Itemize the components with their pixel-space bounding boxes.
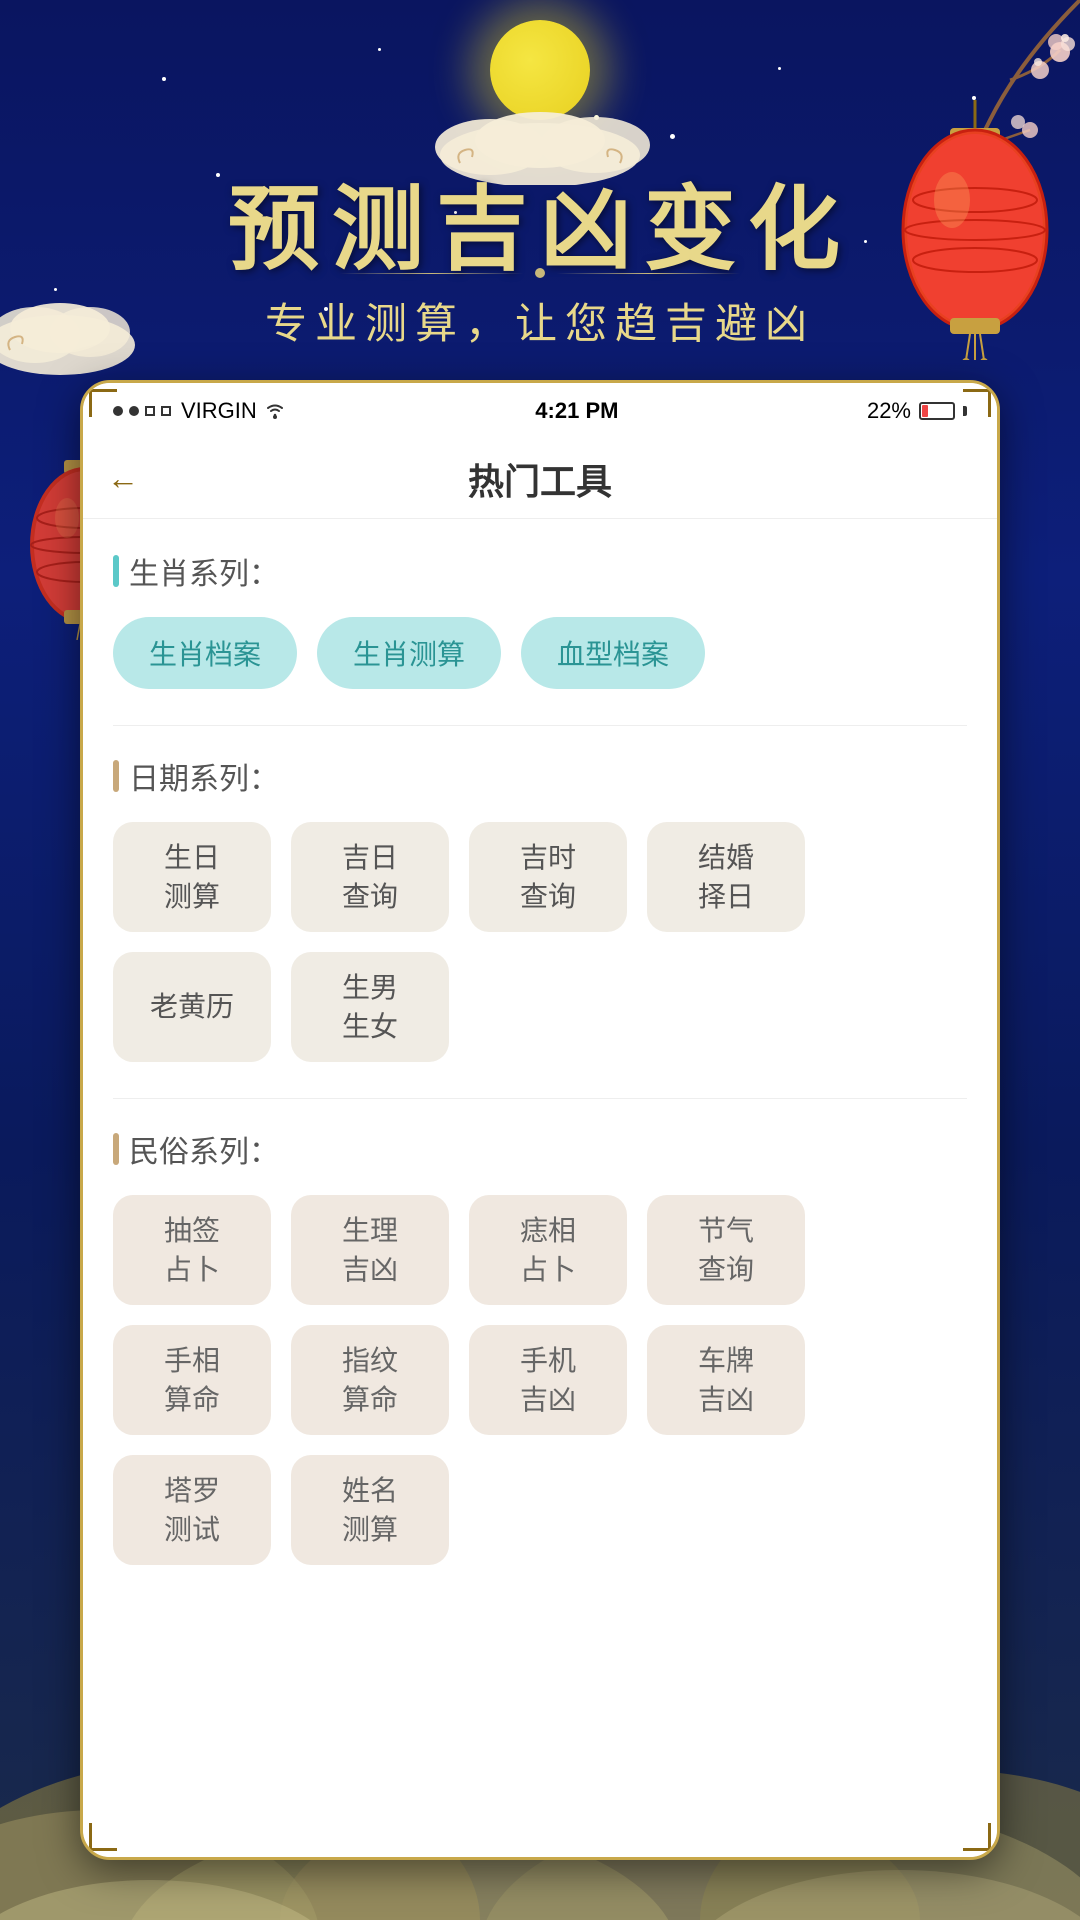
carrier-label: VIRGIN	[181, 398, 257, 424]
btn-jiri-chaxun[interactable]: 吉日查询	[291, 822, 449, 932]
btn-zhiwen-suanming[interactable]: 指纹算命	[291, 1325, 449, 1435]
btn-shengnan-shengnv[interactable]: 生男生女	[291, 952, 449, 1062]
section-date-title: 日期系列：	[113, 754, 967, 798]
section-shengxiao-title: 生肖系列：	[113, 549, 967, 593]
corner-tr	[963, 389, 991, 417]
btn-chouqian-zhanbu[interactable]: 抽签占卜	[113, 1195, 271, 1305]
corner-br	[963, 1823, 991, 1851]
btn-shengli-jixiong[interactable]: 生理吉凶	[291, 1195, 449, 1305]
corner-tl	[89, 389, 117, 417]
divider-2	[113, 1098, 967, 1099]
subtitle: 专业测算，让您趋吉避凶	[0, 290, 1080, 351]
wifi-icon	[263, 401, 287, 421]
scroll-content[interactable]: 生肖系列： 生肖档案 生肖测算 血型档案 日期系列： 生日测算 吉日查询 吉时查…	[83, 519, 997, 1857]
section-date: 日期系列： 生日测算 吉日查询 吉时查询 结婚择日 老黄历 生男生女	[113, 754, 967, 1062]
btn-zhixiang-zhanbu[interactable]: 痣相占卜	[469, 1195, 627, 1305]
phone-mockup: VIRGIN 4:21 PM 22% ← 热门工具	[80, 380, 1000, 1860]
divider-1	[113, 725, 967, 726]
section-shengxiao-label: 生肖系列：	[129, 549, 279, 593]
section-folk: 民俗系列： 抽签占卜 生理吉凶 痣相占卜 节气查询 手相算命 指纹算命 手机吉凶…	[113, 1127, 967, 1565]
status-carrier: VIRGIN	[113, 398, 287, 424]
signal-dot-2	[129, 406, 139, 416]
btn-shouxiang-suanming[interactable]: 手相算命	[113, 1325, 271, 1435]
pill-shengxiao-cesuan[interactable]: 生肖测算	[317, 617, 501, 689]
nav-bar: ← 热门工具	[83, 439, 997, 519]
section-folk-label: 民俗系列：	[129, 1127, 279, 1171]
btn-jieqi-chaxun[interactable]: 节气查询	[647, 1195, 805, 1305]
status-battery-section: 22%	[867, 398, 967, 424]
corner-bl	[89, 1823, 117, 1851]
battery-icon	[919, 402, 955, 420]
status-bar: VIRGIN 4:21 PM 22%	[83, 383, 997, 439]
status-time: 4:21 PM	[535, 398, 618, 424]
shengxiao-pills: 生肖档案 生肖测算 血型档案	[113, 617, 967, 689]
btn-jiehun-zerj[interactable]: 结婚择日	[647, 822, 805, 932]
btn-jishi-chaxun[interactable]: 吉时查询	[469, 822, 627, 932]
battery-percent: 22%	[867, 398, 911, 424]
pill-xuexing-dangan[interactable]: 血型档案	[521, 617, 705, 689]
btn-shengri-cesuan[interactable]: 生日测算	[113, 822, 271, 932]
section-date-label: 日期系列：	[129, 754, 279, 798]
btn-laohongli[interactable]: 老黄历	[113, 952, 271, 1062]
signal-dot-4	[161, 406, 171, 416]
pill-shengxiao-dangan[interactable]: 生肖档案	[113, 617, 297, 689]
btn-xingming-cesuan[interactable]: 姓名测算	[291, 1455, 449, 1565]
section-bar-teal	[113, 555, 119, 587]
signal-dot-3	[145, 406, 155, 416]
date-buttons-grid: 生日测算 吉日查询 吉时查询 结婚择日 老黄历 生男生女	[113, 822, 967, 1062]
btn-shouji-jixiong[interactable]: 手机吉凶	[469, 1325, 627, 1435]
btn-chepai-jixiong[interactable]: 车牌吉凶	[647, 1325, 805, 1435]
folk-buttons-grid: 抽签占卜 生理吉凶 痣相占卜 节气查询 手相算命 指纹算命 手机吉凶 车牌吉凶 …	[113, 1195, 967, 1565]
section-folk-title: 民俗系列：	[113, 1127, 967, 1171]
back-button[interactable]: ←	[107, 460, 139, 497]
section-shengxiao: 生肖系列： 生肖档案 生肖测算 血型档案	[113, 549, 967, 689]
page-title: 热门工具	[468, 453, 612, 505]
title-divider	[340, 268, 740, 278]
section-bar-warm-1	[113, 760, 119, 792]
section-bar-warm-2	[113, 1133, 119, 1165]
btn-taluo-ceshi[interactable]: 塔罗测试	[113, 1455, 271, 1565]
